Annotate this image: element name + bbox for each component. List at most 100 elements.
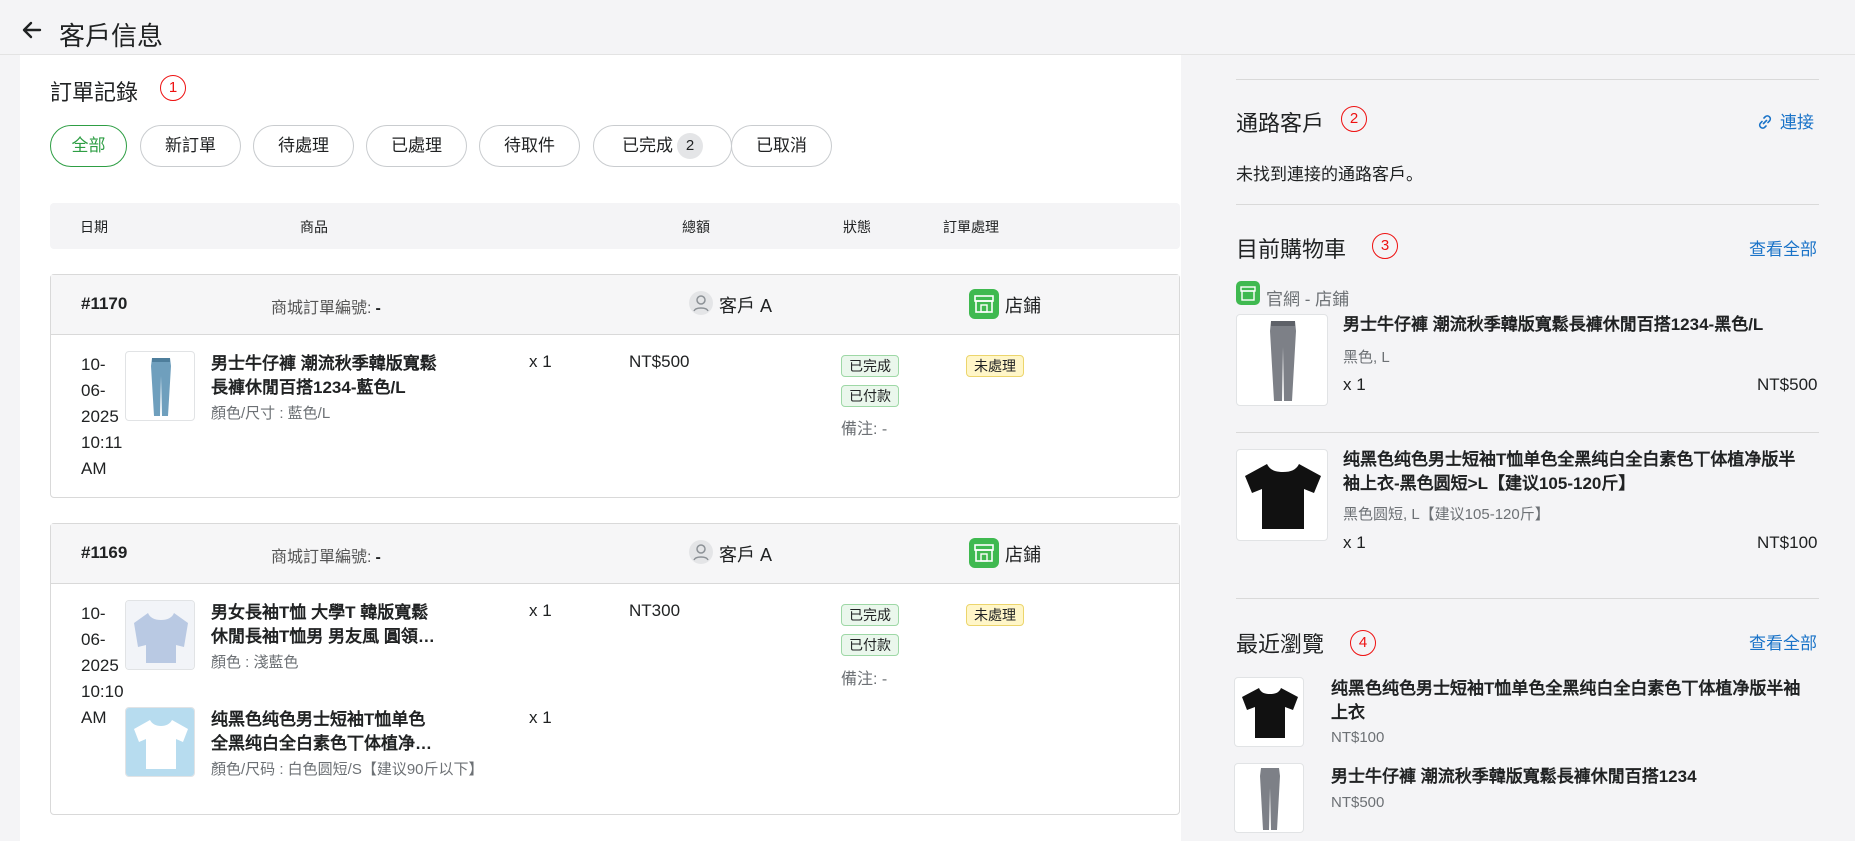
order-card[interactable]: #1170 商城訂單編號: - 客戶 A 店鋪 10- 06- 2025 10:1…: [50, 274, 1180, 498]
order-card[interactable]: #1169 商城訂單編號: - 客戶 A 店鋪 10- 06- 2025 10:1…: [50, 523, 1180, 815]
product-title-line: 全黑纯白全白素色丅体植净…: [211, 734, 432, 753]
product-qty: x 1: [529, 352, 552, 371]
divider: [1236, 432, 1819, 433]
product-qty: x 1: [529, 601, 552, 620]
customer-name[interactable]: 客戶 A: [719, 292, 772, 318]
order-note: 備注: -: [841, 421, 888, 438]
product-variant: 顏色 : 淺藍色: [211, 654, 299, 671]
order-card-header: #1169 商城訂單編號: - 客戶 A 店鋪: [51, 524, 1179, 584]
order-date-line: 10:10: [81, 682, 124, 701]
annotation-badge-1: 1: [160, 75, 186, 101]
cart-item-image-tshirt-black[interactable]: [1236, 449, 1328, 541]
tab-all[interactable]: 全部: [50, 125, 127, 167]
cart-item-image-jeans[interactable]: [1236, 314, 1328, 406]
mall-order-number: 商城訂單編號: -: [271, 543, 381, 567]
tab-processed[interactable]: 已處理: [366, 125, 467, 167]
connect-link-label: 連接: [1780, 113, 1814, 132]
order-date-line: AM: [81, 459, 107, 478]
product-variant: 顏色/尺寸 : 藍色/L: [211, 405, 331, 422]
order-number[interactable]: #1169: [81, 543, 127, 563]
status-badge-completed: 已完成: [841, 604, 899, 626]
mall-order-value: -: [375, 300, 381, 317]
recent-item-title-line: 上衣: [1331, 703, 1365, 722]
product-title-line: 纯黑色纯色男士短袖T恤单色: [211, 710, 426, 729]
cart-item-title[interactable]: 男士牛仔褲 潮流秋季韓版寬鬆長褲休閒百搭1234-黑色/L: [1343, 313, 1763, 337]
product-variant: 顏色/尺码 : 白色圆短/S【建议90斤以下】: [211, 761, 484, 778]
order-date-line: 10:11: [81, 433, 123, 452]
col-product: 商品: [300, 219, 328, 235]
order-card-header: #1170 商城訂單編號: - 客戶 A 店鋪: [51, 275, 1179, 335]
cart-item-price: NT$100: [1757, 533, 1818, 552]
customer-avatar-icon: [689, 291, 713, 315]
divider: [1236, 598, 1819, 599]
customer-name[interactable]: 客戶 A: [719, 541, 772, 567]
status-badge-completed: 已完成: [841, 355, 899, 377]
customer-avatar-icon: [689, 540, 713, 564]
product-title-line: 男女長袖T恤 大學T 韓版寬鬆: [211, 603, 429, 622]
tab-completed-count: 2: [677, 132, 703, 159]
annotation-badge-3: 3: [1372, 233, 1398, 259]
tab-cancelled[interactable]: 已取消: [731, 125, 832, 167]
product-title[interactable]: 男士牛仔褲 潮流秋季韓版寬鬆 長褲休閒百搭1234-藍色/L: [211, 352, 437, 400]
store-icon: [1236, 281, 1260, 305]
order-note: 備注: -: [841, 671, 888, 688]
product-title[interactable]: 男女長袖T恤 大學T 韓版寬鬆 休閒長袖T恤男 男友風 圓領…: [211, 601, 435, 649]
tab-new-orders[interactable]: 新訂單: [140, 125, 241, 167]
recent-view-all-link[interactable]: 查看全部: [1749, 629, 1817, 654]
product-title-line: 長褲休閒百搭1234-藍色/L: [211, 378, 406, 397]
col-status: 狀態: [843, 219, 871, 235]
top-bar: 客戶信息: [0, 0, 1855, 55]
cart-view-all-link[interactable]: 查看全部: [1749, 235, 1817, 260]
product-title-line: 休閒長袖T恤男 男友風 圓領…: [211, 627, 435, 646]
product-image-tshirt-white[interactable]: [125, 707, 195, 777]
processing-badge[interactable]: 未處理: [966, 355, 1024, 377]
cart-title: 目前購物車: [1236, 237, 1347, 262]
page-title: 客戶信息: [59, 21, 164, 51]
status-badge-paid: 已付款: [841, 634, 899, 656]
processing-badge[interactable]: 未處理: [966, 604, 1024, 626]
col-total: 總額: [682, 219, 710, 235]
col-date: 日期: [80, 219, 108, 235]
product-image-sweatshirt[interactable]: [125, 600, 195, 670]
annotation-badge-4: 4: [1350, 630, 1376, 656]
divider: [1236, 79, 1819, 80]
order-total: NT300: [629, 601, 681, 620]
recent-item-image-tshirt-black[interactable]: [1234, 677, 1304, 747]
cart-item-variant: 黑色, L: [1343, 349, 1390, 366]
recent-item-price: NT$500: [1331, 794, 1385, 811]
cart-item-qty: x 1: [1343, 375, 1366, 394]
divider: [1236, 204, 1819, 205]
order-number[interactable]: #1170: [81, 294, 127, 314]
recent-item-image-jeans[interactable]: [1234, 763, 1304, 833]
mall-order-label: 商城訂單編號:: [271, 300, 372, 317]
orders-table-header: 日期 商品 總額 狀態 訂單處理: [50, 203, 1180, 249]
mall-order-label: 商城訂單編號:: [271, 549, 372, 566]
order-total: NT$500: [629, 352, 690, 371]
cart-item-title-line: 袖上衣-黑色圆短>L【建议105-120斤】: [1343, 474, 1636, 493]
mall-order-number: 商城訂單編號: -: [271, 294, 381, 318]
recent-item-title[interactable]: 男士牛仔褲 潮流秋季韓版寬鬆長褲休閒百搭1234: [1331, 765, 1697, 789]
channel-customer-title: 通路客戶: [1236, 111, 1325, 136]
annotation-badge-2: 2: [1341, 106, 1367, 132]
product-title[interactable]: 纯黑色纯色男士短袖T恤单色 全黑纯白全白素色丅体植净…: [211, 708, 432, 756]
tab-completed[interactable]: 已完成 2: [593, 125, 732, 167]
cart-source: 官網 - 店鋪: [1266, 290, 1350, 309]
product-image-jeans-blue[interactable]: [125, 351, 195, 421]
tab-awaiting-pickup[interactable]: 待取件: [479, 125, 580, 167]
product-title-line: 男士牛仔褲 潮流秋季韓版寬鬆: [211, 354, 437, 373]
store-icon: [969, 289, 999, 319]
connect-link[interactable]: 連接: [1756, 108, 1814, 133]
store-channel-name: 店鋪: [1005, 296, 1041, 316]
cart-item-title-line: 纯黑色纯色男士短袖T恤单色全黑纯白全白素色丅体植净版半: [1343, 450, 1796, 469]
recent-views-title: 最近瀏覽: [1236, 632, 1325, 657]
cart-item-variant: 黑色圆短, L【建议105-120斤】: [1343, 506, 1550, 523]
product-qty: x 1: [529, 708, 552, 727]
back-arrow-icon[interactable]: [18, 16, 46, 44]
mall-order-value: -: [375, 549, 381, 566]
channel-customer-empty-text: 未找到連接的通路客戶。: [1236, 165, 1423, 184]
recent-item-title[interactable]: 纯黑色纯色男士短袖T恤单色全黑纯白全白素色丅体植净版半袖 上衣: [1331, 677, 1800, 725]
cart-item-price: NT$500: [1757, 375, 1818, 394]
cart-item-title[interactable]: 纯黑色纯色男士短袖T恤单色全黑纯白全白素色丅体植净版半 袖上衣-黑色圆短>L【建…: [1343, 448, 1795, 496]
tab-pending[interactable]: 待處理: [253, 125, 354, 167]
link-icon: [1756, 113, 1774, 131]
